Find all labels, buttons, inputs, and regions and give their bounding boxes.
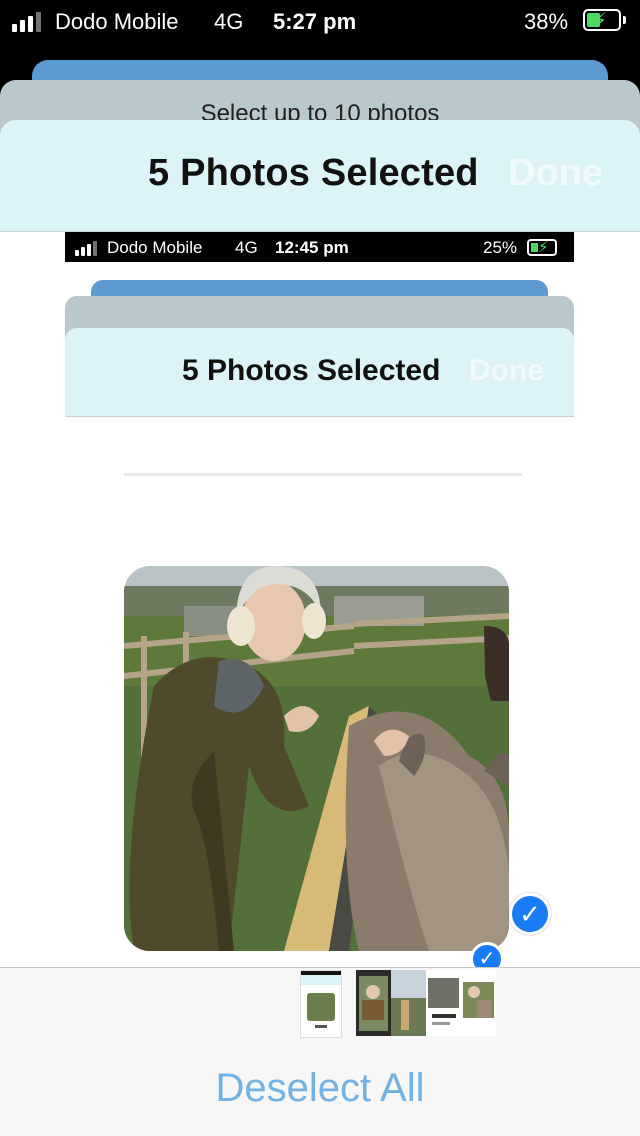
carrier-name: Dodo Mobile <box>55 9 179 34</box>
thumbnail-1[interactable] <box>300 970 342 1038</box>
battery-nub <box>623 16 626 24</box>
battery-percent: 38% <box>524 9 569 34</box>
done-button[interactable]: Done <box>508 152 603 195</box>
sheet-stack: Select up to 10 photos 5 Photos Selected… <box>0 42 640 232</box>
preview-header: 5 Photos Selected Done <box>65 328 574 417</box>
clock: 5:27 pm <box>273 9 357 34</box>
preview-done-label: Done <box>469 354 544 387</box>
picker-header: 5 Photos Selected Done <box>0 120 640 232</box>
preview-signal-icon <box>75 241 97 256</box>
preview-network-type: 4G <box>235 238 258 257</box>
preview-battery-percent: 25% <box>483 238 518 257</box>
bottom-toolbar: Deselect All <box>0 967 640 1136</box>
preview-status-bar: Dodo Mobile 4G 12:45 pm 25% ⚡ <box>65 232 574 262</box>
thumbnail-5-image <box>463 982 494 1018</box>
preview-title: 5 Photos Selected <box>182 354 441 387</box>
preview-carrier-name: Dodo Mobile <box>107 238 203 257</box>
thumbnail-4-image <box>426 970 461 1036</box>
thumbnail-1-image <box>301 971 341 1028</box>
page-title: 5 Photos Selected <box>148 152 479 194</box>
network-type: 4G <box>214 9 244 34</box>
thumbnail-2-image <box>356 970 391 1036</box>
preview-battery-icon: ⚡ <box>527 239 557 256</box>
thumbnail-4[interactable] <box>426 970 461 1036</box>
thumbnail-2[interactable] <box>356 970 391 1036</box>
battery-icon: ⚡ <box>583 9 621 32</box>
thumbnail-3-image <box>391 970 426 1036</box>
signal-icon <box>12 12 41 32</box>
selected-checkmark-icon[interactable]: ✓ <box>509 893 551 935</box>
preview-clock: 12:45 pm <box>275 238 349 257</box>
screenshot-preview: Dodo Mobile 4G 12:45 pm 25% ⚡ 5 Photos S… <box>65 232 574 417</box>
preview-divider <box>124 473 522 476</box>
thumbnail-5[interactable] <box>461 970 496 1036</box>
deselect-all-button[interactable]: Deselect All <box>0 1066 640 1111</box>
selected-photo[interactable] <box>124 566 509 951</box>
thumbnail-3[interactable] <box>391 970 426 1036</box>
photo-woman-with-donkey <box>124 566 509 951</box>
status-bar: Dodo Mobile 4G 5:27 pm 38% ⚡ <box>0 0 640 42</box>
